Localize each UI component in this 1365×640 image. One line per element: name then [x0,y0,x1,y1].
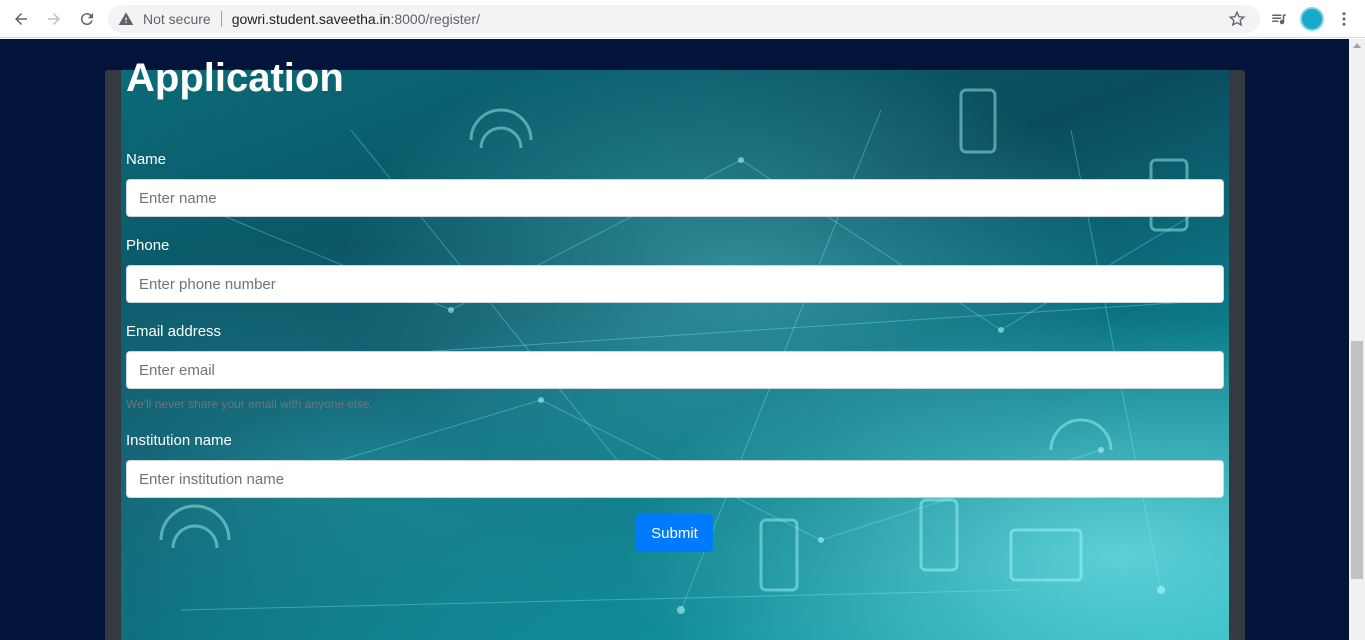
email-help-text: We'll never share your email with anyone… [126,397,373,411]
page-title: Application [126,56,344,100]
institution-input[interactable] [126,460,1224,498]
profile-avatar[interactable] [1300,7,1324,31]
phone-label: Phone [126,237,170,254]
institution-label: Institution name [126,432,232,449]
name-label: Name [126,151,167,168]
warning-icon [118,11,134,27]
menu-dots-icon[interactable] [1333,8,1355,30]
submit-button[interactable]: Submit [636,514,713,552]
scroll-up-arrow-icon[interactable] [1353,43,1361,48]
back-icon[interactable] [8,6,34,32]
browser-toolbar: Not secure gowri.student.saveetha.in:800… [0,0,1365,38]
vertical-scrollbar[interactable] [1349,39,1365,640]
security-label[interactable]: Not secure [143,11,211,27]
email-label: Email address [126,323,222,340]
url-text[interactable]: gowri.student.saveetha.in:8000/register/ [232,11,480,27]
bookmark-star-icon[interactable] [1228,10,1246,28]
omnibox-divider [220,11,222,27]
scrollbar-thumb[interactable] [1351,341,1363,579]
email-input[interactable] [126,351,1224,389]
phone-input[interactable] [126,265,1224,303]
forward-icon[interactable] [41,6,67,32]
reload-icon[interactable] [74,6,100,32]
media-queue-icon[interactable] [1268,8,1290,30]
url-path: :8000/register/ [390,11,480,27]
name-input[interactable] [126,179,1224,217]
url-host: gowri.student.saveetha.in [231,11,391,27]
address-bar[interactable]: Not secure gowri.student.saveetha.in:800… [108,5,1260,33]
